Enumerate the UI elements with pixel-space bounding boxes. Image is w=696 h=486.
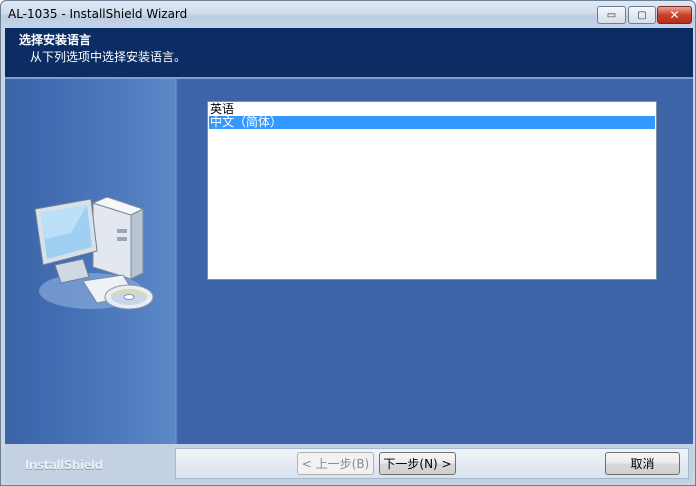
header-band: 选择安装语言 从下列选项中选择安装语言。 (5, 28, 693, 77)
page-subtitle: 从下列选项中选择安装语言。 (30, 50, 187, 64)
minimize-button[interactable]: ▭ (597, 6, 626, 24)
language-listbox[interactable]: 英语 中文（简体） (207, 101, 657, 280)
maximize-button[interactable]: ▢ (628, 6, 656, 24)
next-button[interactable]: 下一步(N) > (379, 452, 456, 475)
close-icon: ✕ (669, 8, 680, 22)
side-panel (5, 79, 175, 444)
cancel-button[interactable]: 取消 (605, 452, 680, 475)
content-area: 英语 中文（简体） (5, 79, 693, 444)
title-bar[interactable]: AL-1035 - InstallShield Wizard ▭ ▢ ✕ (1, 1, 695, 28)
computer-with-cd-icon (34, 196, 154, 310)
maximize-icon: ▢ (637, 9, 647, 21)
back-button[interactable]: < 上一步(B) (297, 452, 374, 475)
side-panel-edge (175, 79, 178, 444)
window-title: AL-1035 - InstallShield Wizard (8, 7, 188, 21)
installer-window: AL-1035 - InstallShield Wizard ▭ ▢ ✕ 选择安… (0, 0, 696, 486)
installshield-logo: InstallShield (25, 458, 103, 472)
minimize-icon: ▭ (606, 9, 617, 21)
close-button[interactable]: ✕ (657, 6, 692, 24)
list-item-chinese-simplified[interactable]: 中文（简体） (209, 116, 655, 129)
page-title: 选择安装语言 (19, 33, 92, 47)
